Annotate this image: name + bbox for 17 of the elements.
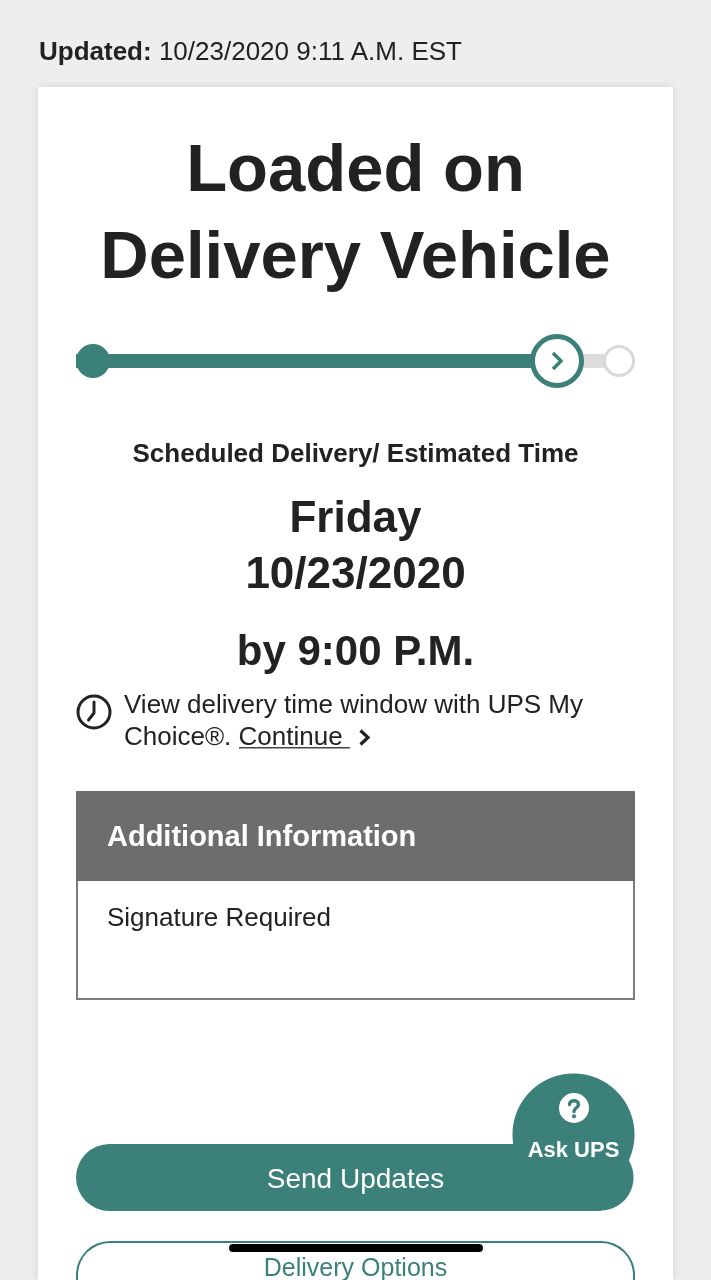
- help-icon: [558, 1093, 589, 1123]
- status-title: Loaded on Delivery Vehicle: [99, 129, 612, 294]
- clock-icon: [76, 694, 112, 730]
- ask-ups-button[interactable]: Ask UPS: [512, 1073, 635, 1211]
- delivery-window-notice: View delivery time window with UPS My Choice®. Continue: [124, 688, 584, 752]
- delivery-day: Friday: [289, 489, 422, 545]
- info-item: Signature Required: [107, 902, 333, 932]
- updated-timestamp: Updated: 10/23/2020 9:11 A.M. EST: [39, 35, 462, 68]
- schedule-label: Scheduled Delivery/ Estimated Time: [132, 438, 579, 468]
- chevron-circle-icon: [529, 334, 584, 388]
- empty-circle-icon: [603, 345, 635, 377]
- filled-dot-icon: [76, 344, 110, 378]
- section-header: Additional Information: [76, 791, 635, 881]
- send-updates-button[interactable]: Send Updates: [76, 1144, 513, 1211]
- delivery-time: by 9:00 P.M.: [236, 626, 475, 676]
- delivery-date: 10/23/2020: [245, 547, 466, 599]
- chevron-right-icon: [357, 728, 371, 747]
